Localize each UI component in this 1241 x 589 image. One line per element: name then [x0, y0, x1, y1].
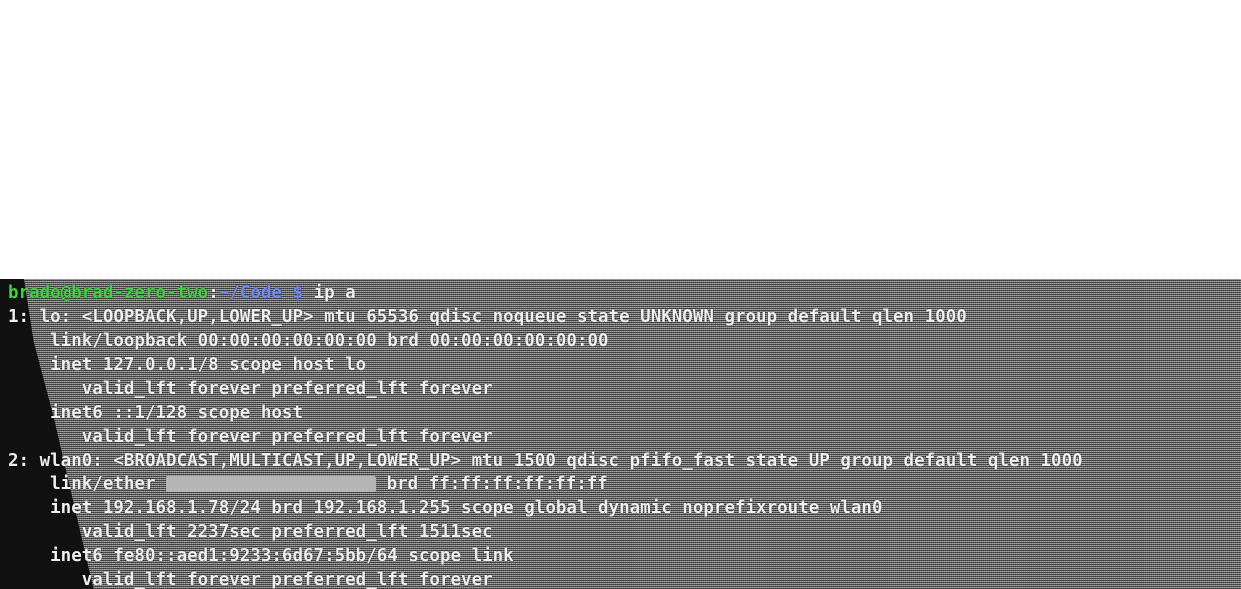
link-ether-brd: brd ff:ff:ff:ff:ff:ff [376, 474, 608, 494]
prompt-dollar: $ [281, 283, 304, 303]
output-line-4: valid_lft forever preferred_lft forever [8, 379, 493, 399]
prompt-cwd: ~/Code [218, 283, 282, 303]
output-line-11: inet6 fe80::aed1:9233:6d67:5bb/64 scope … [8, 546, 514, 566]
output-line-3: inet 127.0.0.1/8 scope host lo [8, 355, 367, 375]
output-line-9: inet 192.168.1.78/24 brd 192.168.1.255 s… [8, 498, 883, 518]
output-line-2: link/loopback 00:00:00:00:00:00 brd 00:0… [8, 331, 609, 351]
output-line-12: valid_lft forever preferred_lft forever [8, 570, 493, 589]
prompt-line: brado@brad-zero-two:~/Code $ ip a [8, 281, 356, 305]
redacted-mac-address [166, 476, 377, 492]
blank-area [0, 0, 1241, 279]
link-ether-label: link/ether [8, 474, 167, 494]
output-line-8: link/ether brd ff:ff:ff:ff:ff:ff [8, 472, 608, 496]
output-line-6: valid_lft forever preferred_lft forever [8, 427, 493, 447]
output-line-10: valid_lft 2237sec preferred_lft 1511sec [8, 522, 493, 542]
output-line-5: inet6 ::1/128 scope host [8, 403, 304, 423]
prompt-separator: : [208, 283, 219, 303]
output-line-7: 2: wlan0: <BROADCAST,MULTICAST,UP,LOWER_… [8, 451, 1083, 471]
prompt-command: ip a [303, 283, 356, 303]
prompt-user-host: brado@brad-zero-two [8, 283, 209, 303]
output-line-1: 1: lo: <LOOPBACK,UP,LOWER_UP> mtu 65536 … [8, 307, 967, 327]
terminal-window[interactable]: brado@brad-zero-two:~/Code $ ip a 1: lo:… [0, 279, 1241, 589]
